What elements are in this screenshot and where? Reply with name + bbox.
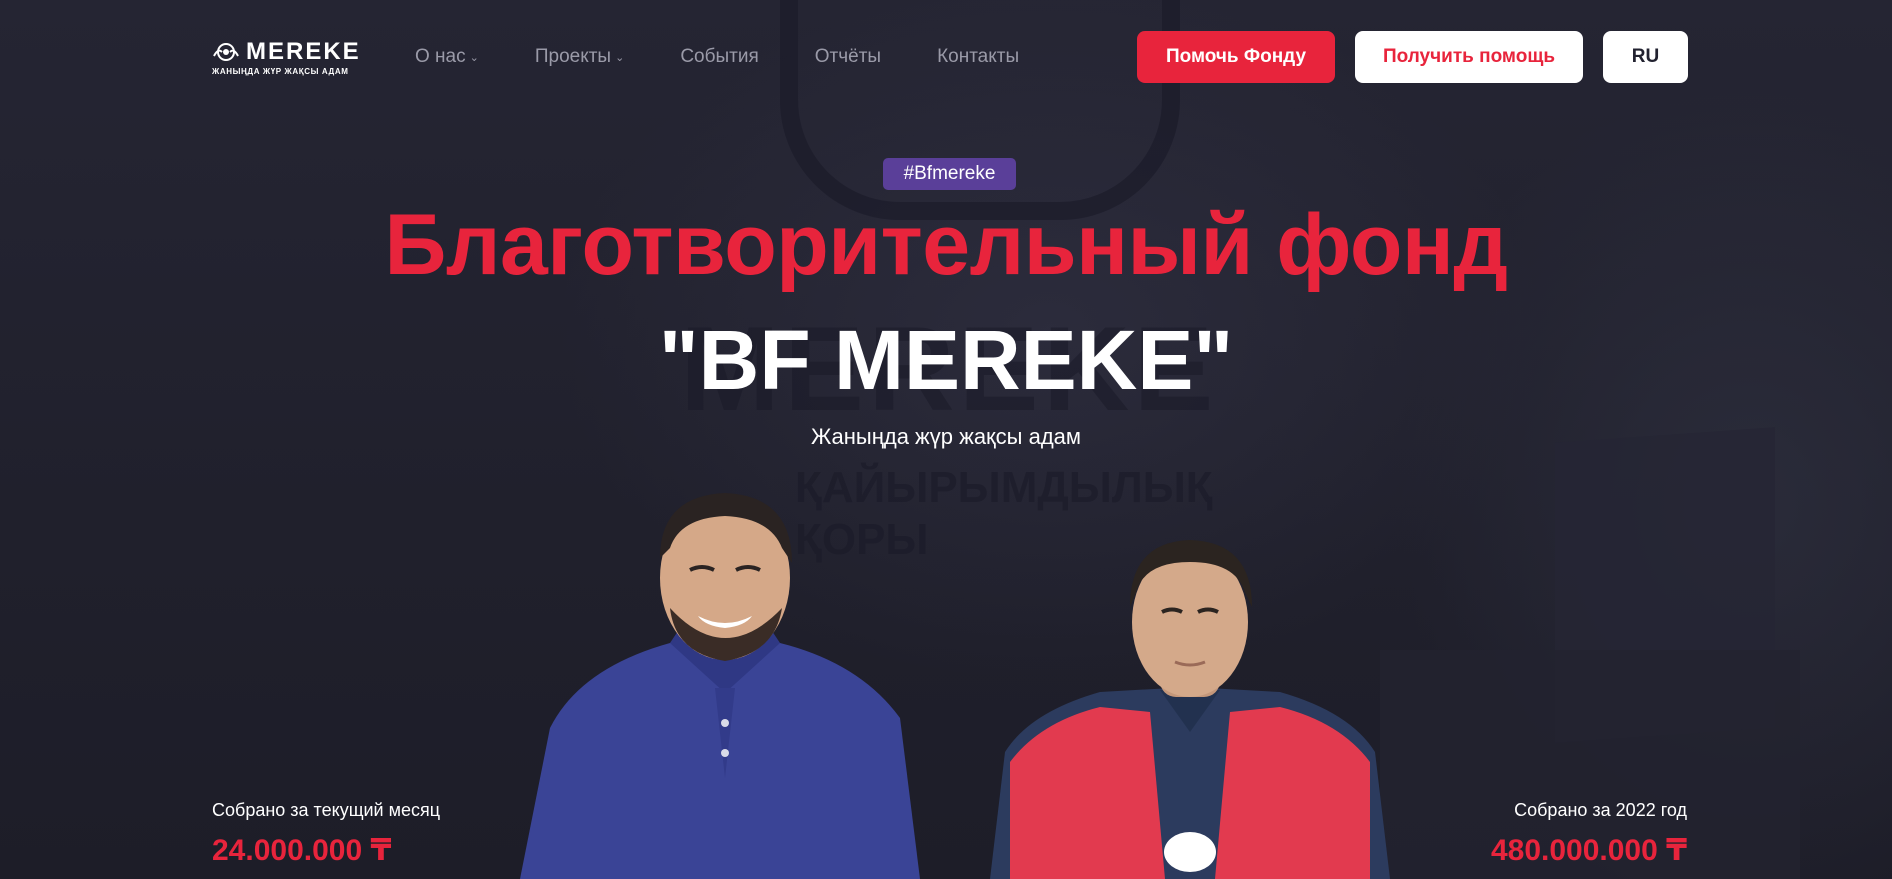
- chevron-down-icon: ⌄: [469, 51, 479, 64]
- stat-current-month: Собрано за текущий месяц 24.000.000 ₸: [212, 800, 440, 868]
- logo-name: MEREKE: [246, 38, 361, 65]
- hero-subtitle: Жаныңда жүр жақсы адам: [810, 424, 1082, 449]
- header-actions: Помочь Фонду Получить помощь RU: [1137, 31, 1688, 83]
- stat-year-value: 480.000.000 ₸: [1490, 834, 1687, 867]
- help-fund-button[interactable]: Помочь Фонду: [1137, 31, 1335, 83]
- stat-month-label: Собрано за текущий месяц: [212, 800, 441, 820]
- language-switcher-button[interactable]: RU: [1603, 31, 1688, 83]
- stat-year: Собрано за 2022 год 480.000.000 ₸: [1491, 800, 1687, 868]
- hero-fund-name: "BF MEREKE": [658, 313, 1234, 407]
- team-member-photo-left: [520, 493, 920, 879]
- stat-year-label: Собрано за 2022 год: [1514, 800, 1687, 820]
- main-nav: О нас ⌄ Проекты ⌄ События Отчёты Контакт…: [415, 46, 1075, 68]
- logo-tagline: ЖАНЫҢДА ЖҮР ЖАҚСЫ АДАМ: [212, 67, 349, 76]
- mereke-logo-icon: [213, 43, 239, 61]
- nav-item-contacts[interactable]: Контакты: [937, 46, 1019, 68]
- chevron-down-icon: ⌄: [615, 51, 625, 64]
- site-header: MEREKE ЖАНЫҢДА ЖҮР ЖАҚСЫ АДАМ О нас ⌄ Пр…: [212, 30, 1688, 84]
- hashtag-badge: #Bfmereke: [883, 158, 1016, 190]
- nav-item-label: События: [680, 46, 759, 67]
- get-help-button[interactable]: Получить помощь: [1355, 31, 1583, 83]
- logo-row: MEREKE: [212, 38, 377, 66]
- hero-title: Благотворительный фонд: [384, 197, 1508, 293]
- nav-item-reports[interactable]: Отчёты: [815, 46, 881, 68]
- site-logo[interactable]: MEREKE ЖАНЫҢДА ЖҮР ЖАҚСЫ АДАМ: [212, 38, 377, 76]
- nav-item-label: Отчёты: [814, 46, 882, 67]
- nav-item-about[interactable]: О нас ⌄: [415, 46, 479, 68]
- nav-item-label: Контакты: [937, 46, 1020, 67]
- nav-item-events[interactable]: События: [680, 46, 758, 68]
- nav-item-label: Проекты: [534, 46, 612, 67]
- stat-month-value: 24.000.000 ₸: [212, 834, 392, 867]
- nav-item-label: О нас: [415, 46, 466, 67]
- nav-item-projects[interactable]: Проекты ⌄: [535, 46, 624, 68]
- team-member-photo-right: [990, 540, 1390, 879]
